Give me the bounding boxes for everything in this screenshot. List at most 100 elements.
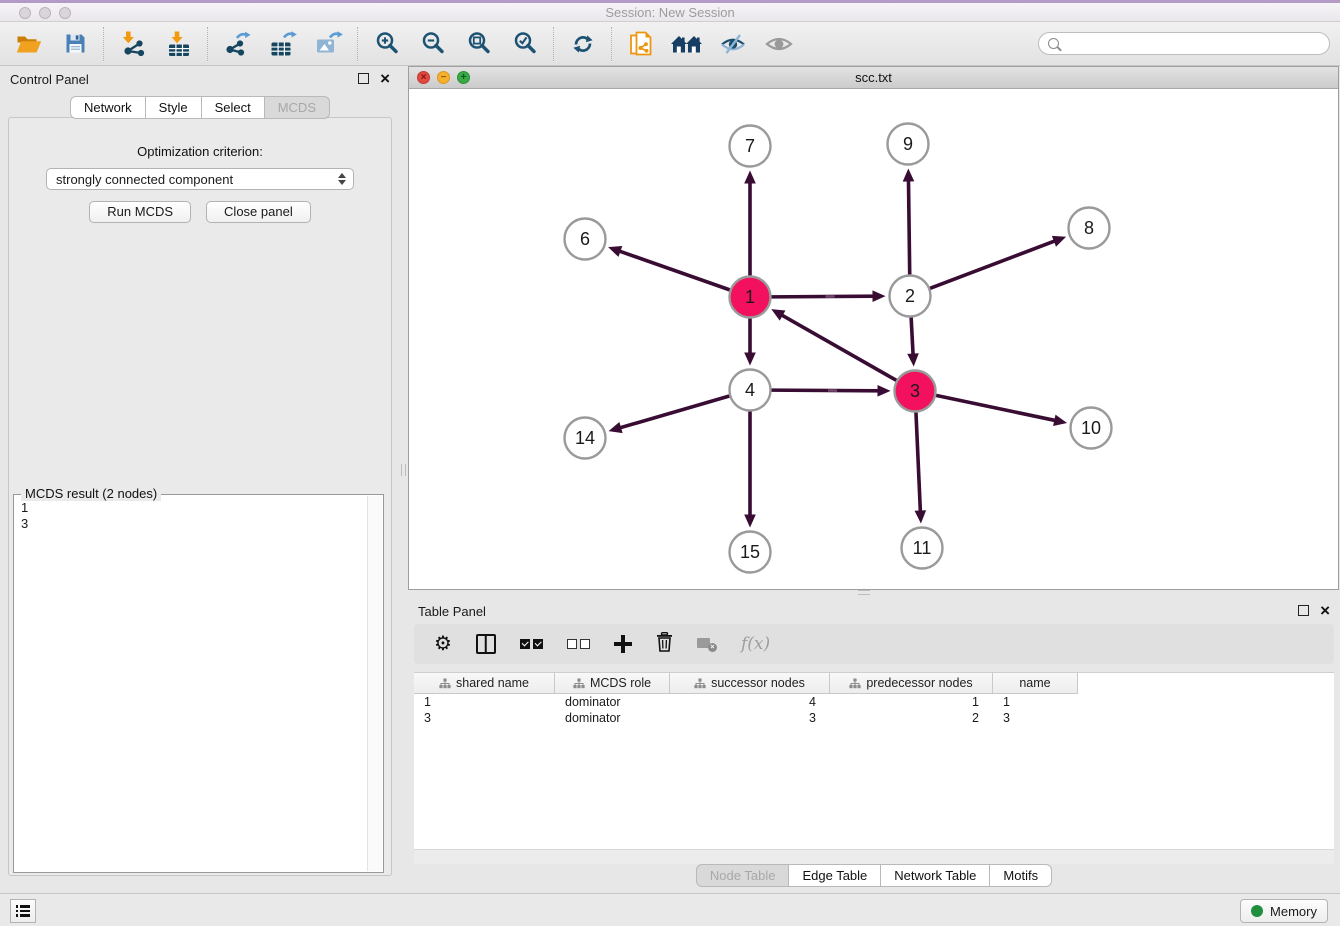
save-session-button[interactable] [56, 26, 94, 62]
eye-icon [765, 35, 793, 53]
edge-2-3[interactable] [911, 317, 913, 355]
zoom-fit-button[interactable] [460, 26, 498, 62]
zoom-in-button[interactable] [368, 26, 406, 62]
edge-3-1[interactable] [781, 315, 896, 381]
mcds-result-line: 3 [21, 516, 362, 532]
column-type-icon [573, 678, 585, 689]
tab-mcds[interactable]: MCDS [265, 96, 330, 119]
network-window-titlebar[interactable]: × − + scc.txt [409, 67, 1338, 89]
table-options-button[interactable]: ⚙ [434, 634, 452, 655]
node-label-6: 6 [580, 229, 590, 249]
mcds-result-line: 1 [21, 500, 362, 516]
search-input[interactable] [1066, 32, 1329, 55]
column-label: successor nodes [711, 676, 805, 690]
column-label: MCDS role [590, 676, 651, 690]
toolbar-separator [611, 27, 613, 61]
cell-shared-name: 3 [414, 710, 555, 726]
float-panel-icon[interactable] [1298, 605, 1309, 616]
tab-edge-table[interactable]: Edge Table [789, 864, 881, 887]
unchecked-box-icon [567, 639, 577, 649]
edge-1-2[interactable] [771, 296, 874, 297]
column-type-icon [694, 678, 706, 689]
cell-successor-nodes: 4 [670, 694, 830, 710]
select-all-button[interactable] [520, 639, 543, 649]
toolbar-separator [103, 27, 105, 61]
tab-network[interactable]: Network [70, 96, 146, 119]
unchecked-box-icon [580, 639, 590, 649]
column-header-predecessor-nodes[interactable]: predecessor nodes [830, 673, 993, 694]
column-header-mcds-role[interactable]: MCDS role [555, 673, 670, 694]
apply-layout-button[interactable] [564, 26, 602, 62]
search-field[interactable] [1038, 32, 1330, 55]
destroy-table-button[interactable]: × [697, 636, 717, 652]
columns-icon [476, 634, 496, 654]
open-session-button[interactable] [10, 26, 48, 62]
column-header-successor-nodes[interactable]: successor nodes [670, 673, 830, 694]
tab-motifs[interactable]: Motifs [990, 864, 1052, 887]
function-builder-button[interactable]: f(x) [741, 634, 770, 654]
network-window-title: scc.txt [409, 67, 1338, 88]
import-table-button[interactable] [160, 26, 198, 62]
window-title: Session: New Session [0, 5, 1340, 20]
zoom-selected-button[interactable] [506, 26, 544, 62]
table-panel: Table Panel × ⚙ × [408, 598, 1340, 893]
delete-list-button[interactable] [656, 632, 673, 657]
task-history-button[interactable] [10, 899, 36, 923]
edge-2-8[interactable] [930, 241, 1056, 289]
tab-network-table[interactable]: Network Table [881, 864, 990, 887]
gear-icon: ⚙ [434, 633, 452, 655]
hide-graphics-details-button[interactable] [714, 26, 752, 62]
splitter-handle-horizontal[interactable] [858, 590, 870, 595]
toolbar-separator [553, 27, 555, 61]
network-view-window: × − + scc.txt 7968124314101511 [408, 66, 1339, 590]
edge-4-3[interactable] [771, 390, 879, 391]
export-image-button[interactable] [310, 26, 348, 62]
edge-arrow-1-4 [744, 353, 756, 366]
edge-arrow-4-14 [609, 422, 623, 433]
unselect-all-button[interactable] [567, 639, 590, 649]
edge-arrow-4-3 [877, 385, 890, 397]
close-panel-icon[interactable]: × [380, 73, 390, 84]
mcds-result-scrollbar[interactable] [367, 496, 382, 871]
eye-slash-icon [720, 32, 746, 56]
edge-2-9[interactable] [908, 179, 909, 274]
float-panel-icon[interactable] [358, 73, 369, 84]
mcds-result-box: MCDS result (2 nodes) 13 [13, 494, 384, 873]
table-scroll-strip[interactable] [414, 849, 1334, 864]
close-panel-button[interactable]: Close panel [206, 201, 311, 223]
close-panel-icon[interactable]: × [1320, 605, 1330, 616]
node-label-15: 15 [740, 542, 760, 562]
export-network-button[interactable] [218, 26, 256, 62]
network-maximize-button[interactable]: + [457, 71, 470, 84]
add-column-button[interactable] [614, 635, 632, 653]
cell-predecessor-nodes: 1 [830, 694, 993, 710]
app-document-share-button[interactable] [622, 26, 660, 62]
network-close-button[interactable]: × [417, 71, 430, 84]
memory-button[interactable]: Memory [1240, 899, 1328, 923]
edge-3-11[interactable] [916, 412, 920, 512]
edge-1-6[interactable] [618, 251, 729, 290]
show-graphics-details-button[interactable] [760, 26, 798, 62]
home-button[interactable] [668, 26, 706, 62]
table-row[interactable]: 1dominator411 [414, 694, 1334, 710]
run-mcds-button[interactable]: Run MCDS [89, 201, 191, 223]
splitter-handle-vertical[interactable] [401, 464, 406, 476]
zoom-out-button[interactable] [414, 26, 452, 62]
criterion-select[interactable]: strongly connected component [46, 168, 354, 190]
column-header-name[interactable]: name [993, 673, 1078, 694]
import-network-button[interactable] [114, 26, 152, 62]
tab-select[interactable]: Select [202, 96, 265, 119]
tab-style[interactable]: Style [146, 96, 202, 119]
checked-box-icon [520, 639, 530, 649]
show-columns-button[interactable] [476, 634, 496, 654]
houses-icon [671, 33, 703, 55]
column-header-shared-name[interactable]: shared name [414, 673, 555, 694]
table-row[interactable]: 3dominator323 [414, 710, 1334, 726]
edge-3-10[interactable] [936, 395, 1056, 420]
network-canvas[interactable]: 7968124314101511 [409, 88, 1338, 589]
tab-node-table[interactable]: Node Table [696, 864, 790, 887]
edge-arrow-1-6 [608, 246, 622, 257]
export-table-button[interactable] [264, 26, 302, 62]
network-minimize-button[interactable]: − [437, 71, 450, 84]
edge-4-14[interactable] [619, 396, 729, 428]
